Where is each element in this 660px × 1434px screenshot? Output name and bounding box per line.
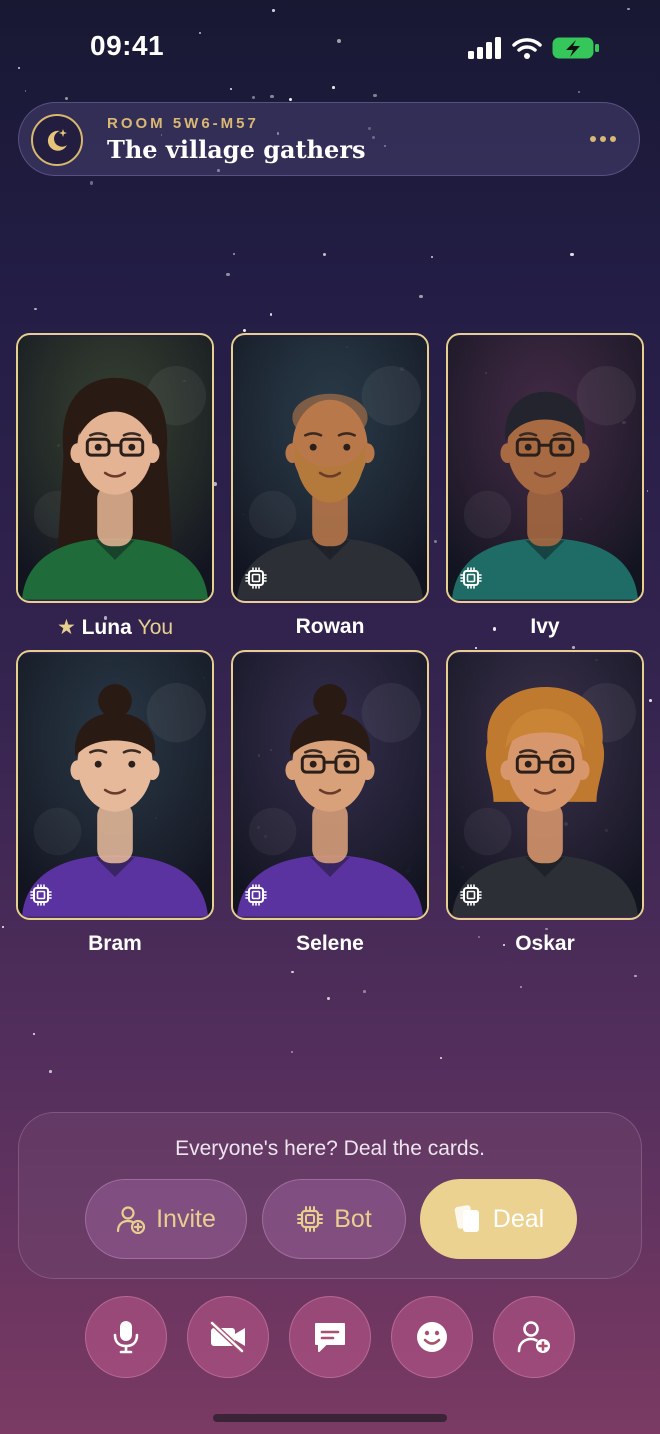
player-name-text: Oskar [515,932,575,955]
star-decoration [433,540,437,544]
player-name: Oskar [446,932,644,956]
star-decoration [362,990,366,993]
room-code: ROOM 5W6-M57 [107,115,259,132]
player-name: ★ Luna You [16,615,214,640]
player-name-text: Selene [296,932,364,955]
player-name-text: Rowan [295,615,365,638]
battery-charging-icon [552,37,599,59]
player-tile[interactable]: Rowan [231,333,429,639]
star-decoration [243,328,247,332]
star-decoration [65,97,69,101]
host-star-icon: ★ [56,616,82,639]
player-tile[interactable]: Oskar [446,650,644,956]
star-decoration [520,985,523,988]
star-decoration [327,997,331,1001]
more-dot-icon [590,136,596,142]
microphone-button[interactable] [85,1296,167,1378]
microphone-icon [113,1321,139,1354]
star-decoration [233,253,235,255]
room-title: The village gathers [107,135,366,164]
player-avatar-card[interactable] [16,333,214,603]
player-avatar-card[interactable] [446,333,644,603]
star-decoration [34,307,37,311]
player-name-text: Luna [81,616,132,639]
chat-icon [315,1323,345,1352]
star-decoration [322,252,327,257]
wifi-icon [512,38,542,59]
status-bar: 09:41 [0,0,660,96]
panel-prompt: Everyone's here? Deal the cards. [175,1137,485,1160]
star-decoration [572,646,575,649]
action-panel: Everyone's here? Deal the cards. Invite … [18,1112,642,1279]
camera-off-icon [209,1321,245,1353]
bot-chip-icon [245,567,267,589]
more-dot-icon [610,136,616,142]
signal-icon [468,37,501,59]
moon-stars-icon [31,114,83,166]
player-avatar-card[interactable] [446,650,644,920]
player-name: Rowan [231,615,429,639]
invite-button[interactable]: Invite [85,1179,247,1259]
chip-icon [297,1206,324,1232]
star-decoration [49,1070,53,1073]
player-avatar-card[interactable] [231,650,429,920]
deal-button[interactable]: Deal [420,1179,577,1259]
more-dot-icon [600,136,606,142]
add-user-icon [117,1206,146,1234]
player-avatar-card[interactable] [231,333,429,603]
more-options-button[interactable] [589,127,617,151]
star-decoration [431,256,434,259]
star-decoration [289,98,293,102]
star-decoration [32,1033,35,1035]
emoji-button[interactable] [391,1296,473,1378]
emoji-icon [417,1322,447,1352]
star-decoration [291,970,295,974]
invite-button-label: Invite [156,1204,216,1233]
star-decoration [1,925,4,928]
bot-chip-icon [245,884,267,906]
player-avatar-card[interactable] [16,650,214,920]
add-user-icon [517,1321,550,1353]
player-tile[interactable]: ★ Luna You [16,333,214,640]
star-decoration [269,312,273,316]
player-name-text: Ivy [530,615,560,638]
player-tile[interactable]: Bram [16,650,214,956]
room-header: ROOM 5W6-M57 The village gathers [18,102,640,176]
cards-icon [454,1205,479,1232]
star-decoration [649,698,653,702]
add-bot-button[interactable]: Bot [262,1179,406,1259]
bot-chip-icon [460,567,482,589]
star-decoration [291,1051,294,1054]
player-name-text: Bram [88,932,142,955]
star-decoration [570,252,574,256]
star-decoration [252,95,256,99]
add-bot-button-label: Bot [334,1204,372,1233]
player-name: Bram [16,932,214,956]
status-icons [468,36,600,60]
player-tile[interactable]: Selene [231,650,429,956]
star-decoration [634,974,638,978]
bot-chip-icon [460,884,482,906]
star-decoration [225,272,230,277]
star-decoration [89,181,94,185]
star-decoration [419,294,423,299]
player-name: Selene [231,932,429,956]
player-name: Ivy [446,615,644,639]
star-decoration [439,1056,443,1060]
add-player-button[interactable] [493,1296,575,1378]
camera-toggle-button[interactable] [187,1296,269,1378]
bot-chip-icon [30,884,52,906]
you-tag: You [137,616,174,639]
status-time: 09:41 [90,30,165,61]
player-tile[interactable]: Ivy [446,333,644,639]
star-decoration [474,647,477,649]
home-indicator[interactable] [213,1414,447,1422]
star-decoration [646,490,649,493]
chat-button[interactable] [289,1296,371,1378]
deal-button-label: Deal [492,1204,545,1233]
